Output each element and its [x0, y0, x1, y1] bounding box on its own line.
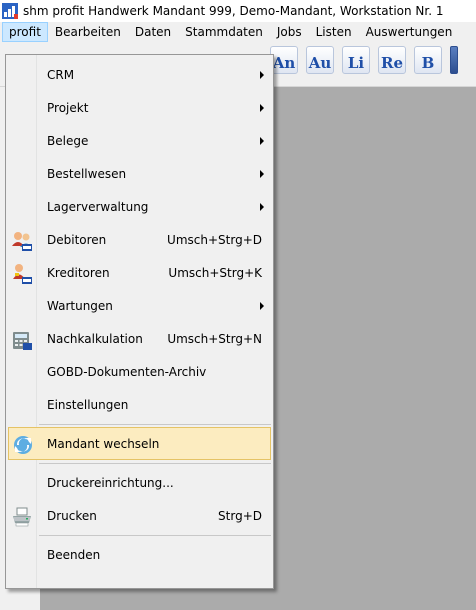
- menu-bearbeiten[interactable]: Bearbeiten: [48, 22, 128, 42]
- submenu-arrow-icon: [260, 137, 264, 145]
- calculator-icon: [11, 329, 33, 351]
- submenu-arrow-icon: [260, 203, 264, 211]
- submenu-arrow-icon: [260, 302, 264, 310]
- menu-item-debitoren[interactable]: Debitoren Umsch+Strg+D: [8, 224, 271, 257]
- lieferschein-icon[interactable]: Li: [342, 46, 370, 74]
- menu-item-beenden[interactable]: Beenden: [8, 539, 271, 572]
- menu-separator: [39, 424, 271, 425]
- menu-item-nachkalkulation[interactable]: Nachkalkulation Umsch+Strg+N: [8, 323, 271, 356]
- menu-item-lagerverwaltung[interactable]: Lagerverwaltung: [8, 191, 271, 224]
- bestellung-icon[interactable]: B: [414, 46, 442, 74]
- switch-mandant-icon: [12, 434, 34, 456]
- menu-item-crm[interactable]: CRM: [8, 59, 271, 92]
- menu-item-projekt[interactable]: Projekt: [8, 92, 271, 125]
- submenu-arrow-icon: [260, 170, 264, 178]
- submenu-arrow-icon: [260, 71, 264, 79]
- window-title: shm profit Handwerk Mandant 999, Demo-Ma…: [23, 4, 444, 18]
- menu-stammdaten[interactable]: Stammdaten: [178, 22, 270, 42]
- kreditoren-icon: [11, 263, 33, 285]
- toolbar-edge-icon[interactable]: [450, 46, 458, 74]
- submenu-arrow-icon: [260, 104, 264, 112]
- profit-dropdown-menu: CRM Projekt Belege Bestellwesen Lagerver…: [5, 54, 274, 589]
- rechnung-icon[interactable]: Re: [378, 46, 406, 74]
- menu-separator: [39, 463, 271, 464]
- debitoren-icon: [11, 230, 33, 252]
- menu-item-bestellwesen[interactable]: Bestellwesen: [8, 158, 271, 191]
- menu-bar: profit Bearbeiten Daten Stammdaten Jobs …: [0, 22, 476, 42]
- menu-item-drucken[interactable]: Drucken Strg+D: [8, 500, 271, 533]
- menu-jobs[interactable]: Jobs: [270, 22, 309, 42]
- menu-item-wartungen[interactable]: Wartungen: [8, 290, 271, 323]
- menu-daten[interactable]: Daten: [128, 22, 178, 42]
- menu-item-druckereinrichtung[interactable]: Druckereinrichtung...: [8, 467, 271, 500]
- title-bar: shm profit Handwerk Mandant 999, Demo-Ma…: [0, 0, 476, 22]
- auftrag-icon[interactable]: Au: [306, 46, 334, 74]
- app-icon: [2, 3, 18, 19]
- menu-item-gobd-archiv[interactable]: GOBD-Dokumenten-Archiv: [8, 356, 271, 389]
- printer-icon: [11, 506, 33, 528]
- menu-item-mandant-wechseln[interactable]: Mandant wechseln: [8, 427, 271, 460]
- menu-auswertungen[interactable]: Auswertungen: [359, 22, 460, 42]
- angebot-icon[interactable]: An: [270, 46, 298, 74]
- menu-separator: [39, 535, 271, 536]
- menu-profit[interactable]: profit: [2, 22, 48, 42]
- menu-item-einstellungen[interactable]: Einstellungen: [8, 389, 271, 422]
- menu-listen[interactable]: Listen: [309, 22, 359, 42]
- menu-item-belege[interactable]: Belege: [8, 125, 271, 158]
- menu-item-kreditoren[interactable]: Kreditoren Umsch+Strg+K: [8, 257, 271, 290]
